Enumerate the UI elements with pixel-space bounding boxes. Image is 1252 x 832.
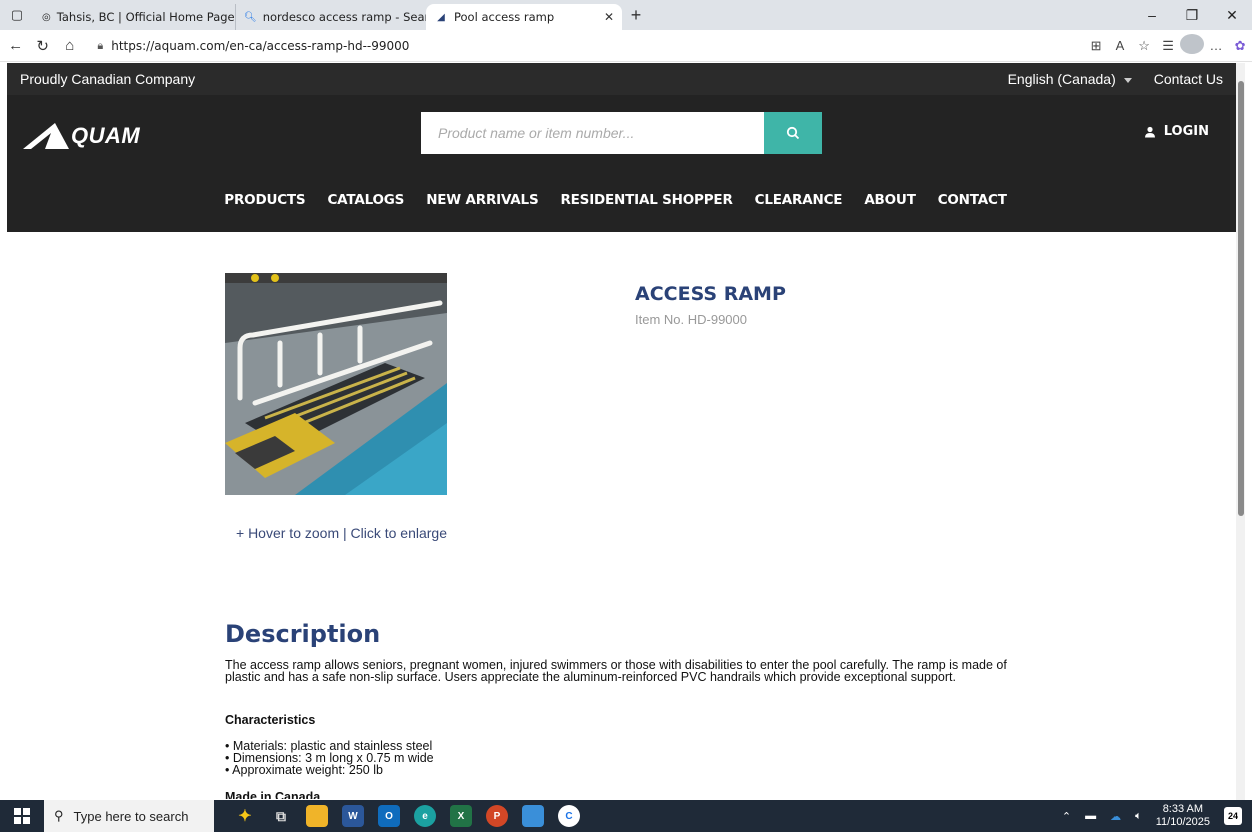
address-bar-row: ← ↻ ⌂ 🔒︎ https://aquam.com/en-ca/access-… (0, 30, 1252, 62)
lock-icon: 🔒︎ (97, 38, 104, 52)
nav-residential-shopper[interactable]: RESIDENTIAL SHOPPER (560, 192, 732, 208)
chevron-down-icon (1123, 77, 1132, 83)
network-icon[interactable]: ▬ (1085, 810, 1096, 822)
copilot-icon[interactable]: ✿ (1228, 38, 1252, 54)
url-text: https://aquam.com/en-ca/access-ramp-hd--… (111, 38, 410, 53)
logo-text: QUAM (71, 123, 141, 148)
restore-icon[interactable]: ❐ (1172, 7, 1212, 24)
page-scrollbar[interactable] (1236, 63, 1245, 800)
close-window-icon[interactable]: ✕ (1212, 7, 1252, 24)
onedrive-icon[interactable]: ☁ (1110, 810, 1121, 823)
nav-contact[interactable]: CONTACT (938, 192, 1007, 208)
powerpoint-icon[interactable]: P (486, 805, 508, 827)
nav-about[interactable]: ABOUT (864, 192, 916, 208)
globe-icon: ◎ (42, 11, 51, 23)
aquam-icon: ◢ (437, 11, 445, 23)
scrollbar-thumb[interactable] (1238, 81, 1244, 516)
taskbar-search[interactable]: ⚲ Type here to search (44, 800, 214, 832)
taskbar-search-placeholder: Type here to search (73, 808, 189, 824)
more-icon[interactable]: … (1204, 38, 1228, 53)
aquam-logo-mark-icon (23, 123, 69, 149)
product-title: ACCESS RAMP (635, 283, 786, 305)
refresh-icon[interactable]: ↻ (31, 37, 54, 55)
login-button[interactable]: LOGIN (1144, 124, 1209, 139)
windows-icon (14, 808, 30, 824)
product-image[interactable] (225, 273, 447, 495)
tab-tahsis[interactable]: ◎ Tahsis, BC | Official Home Page fo ✕ (34, 4, 236, 30)
contact-us-link[interactable]: Contact Us (1154, 71, 1223, 87)
notification-badge[interactable]: 24 (1224, 807, 1242, 825)
minimize-icon[interactable]: – (1132, 7, 1172, 24)
photos-icon[interactable] (522, 805, 544, 827)
clock-date: 11/10/2025 (1155, 816, 1210, 828)
tab-pool-access-ramp[interactable]: ◢ Pool access ramp ✕ (426, 4, 622, 30)
edge-icon[interactable]: e (414, 805, 436, 827)
read-aloud-icon[interactable]: A (1108, 38, 1132, 53)
system-tray: ⌃ ▬ ☁ 🔈︎ 8:33 AM 11/10/2025 24 (1062, 803, 1252, 829)
item-number: Item No. HD-99000 (635, 312, 747, 327)
browser-tab-bar: ▢ ◎ Tahsis, BC | Official Home Page fo ✕… (0, 0, 1252, 30)
word-icon[interactable]: W (342, 805, 364, 827)
app-available-icon[interactable]: ⊞ (1084, 38, 1108, 54)
volume-icon[interactable]: 🔈︎ (1135, 810, 1142, 823)
chevron-up-icon[interactable]: ⌃ (1062, 810, 1071, 823)
home-icon[interactable]: ⌂ (58, 37, 81, 54)
url-field[interactable]: 🔒︎ https://aquam.com/en-ca/access-ramp-h… (87, 33, 1079, 58)
search-input[interactable] (421, 112, 764, 154)
nav-products[interactable]: PRODUCTS (224, 192, 305, 208)
tab-title: Tahsis, BC | Official Home Page fo (56, 10, 236, 24)
windows-taskbar: ⚲ Type here to search ✦ ⧉ W O e X P C ⌃ … (0, 800, 1252, 832)
nav-catalogs[interactable]: CATALOGS (327, 192, 404, 208)
tagline: Proudly Canadian Company (20, 71, 196, 87)
favorite-star-icon[interactable]: ☆ (1132, 38, 1156, 54)
top-strip: Proudly Canadian Company English (Canada… (7, 63, 1236, 95)
made-in-heading: Made in Canada (225, 790, 321, 799)
outlook-icon[interactable]: O (378, 805, 400, 827)
zoom-hint-link[interactable]: + Hover to zoom | Click to enlarge (236, 525, 447, 541)
profile-avatar[interactable] (1180, 34, 1205, 57)
search-button[interactable] (764, 112, 822, 154)
excel-icon[interactable]: X (450, 805, 472, 827)
chrome-icon[interactable]: C (558, 805, 580, 827)
tab-search[interactable]: 🔍︎ nordesco access ramp - Search ✕ (236, 4, 426, 30)
back-icon[interactable]: ← (4, 37, 27, 54)
aquam-logo[interactable]: QUAM (21, 119, 140, 153)
task-view-icon[interactable]: ⧉ (270, 805, 292, 827)
tab-actions-icon[interactable]: ▢ (0, 0, 34, 30)
characteristics-list: • Materials: plastic and stainless steel… (225, 740, 434, 777)
new-tab-button[interactable]: + (622, 5, 650, 26)
file-explorer-icon[interactable] (306, 805, 328, 827)
nav-clearance[interactable]: CLEARANCE (755, 192, 843, 208)
search-icon: ⚲ (54, 808, 64, 823)
sparkle-icon[interactable]: ✦ (234, 805, 256, 827)
search-icon (786, 126, 800, 140)
window-controls: – ❐ ✕ (1132, 7, 1252, 24)
characteristics-heading: Characteristics (225, 713, 316, 727)
nav-new-arrivals[interactable]: NEW ARRIVALS (426, 192, 538, 208)
list-item: • Approximate weight: 250 lb (225, 763, 383, 777)
clock[interactable]: 8:33 AM 11/10/2025 (1156, 803, 1210, 829)
language-selector[interactable]: English (Canada) (1008, 71, 1132, 87)
close-icon[interactable]: ✕ (598, 10, 614, 24)
user-icon (1144, 126, 1155, 137)
search-bar (421, 112, 822, 154)
search-icon: 🔍︎ (244, 11, 257, 23)
main-nav: PRODUCTS CATALOGS NEW ARRIVALS RESIDENTI… (7, 192, 1236, 208)
favorites-list-icon[interactable]: ☰ (1156, 38, 1180, 54)
login-label: LOGIN (1163, 124, 1209, 139)
description-heading: Description (225, 620, 381, 648)
clock-time: 8:33 AM (1162, 803, 1204, 815)
tab-title: Pool access ramp (454, 10, 555, 24)
start-button[interactable] (0, 808, 44, 824)
description-text: The access ramp allows seniors, pregnant… (225, 658, 1007, 684)
tab-title: nordesco access ramp - Search (262, 10, 426, 24)
site-header: QUAM LOGIN PRODUCTS CATALOGS NEW ARRIVAL… (7, 95, 1236, 232)
